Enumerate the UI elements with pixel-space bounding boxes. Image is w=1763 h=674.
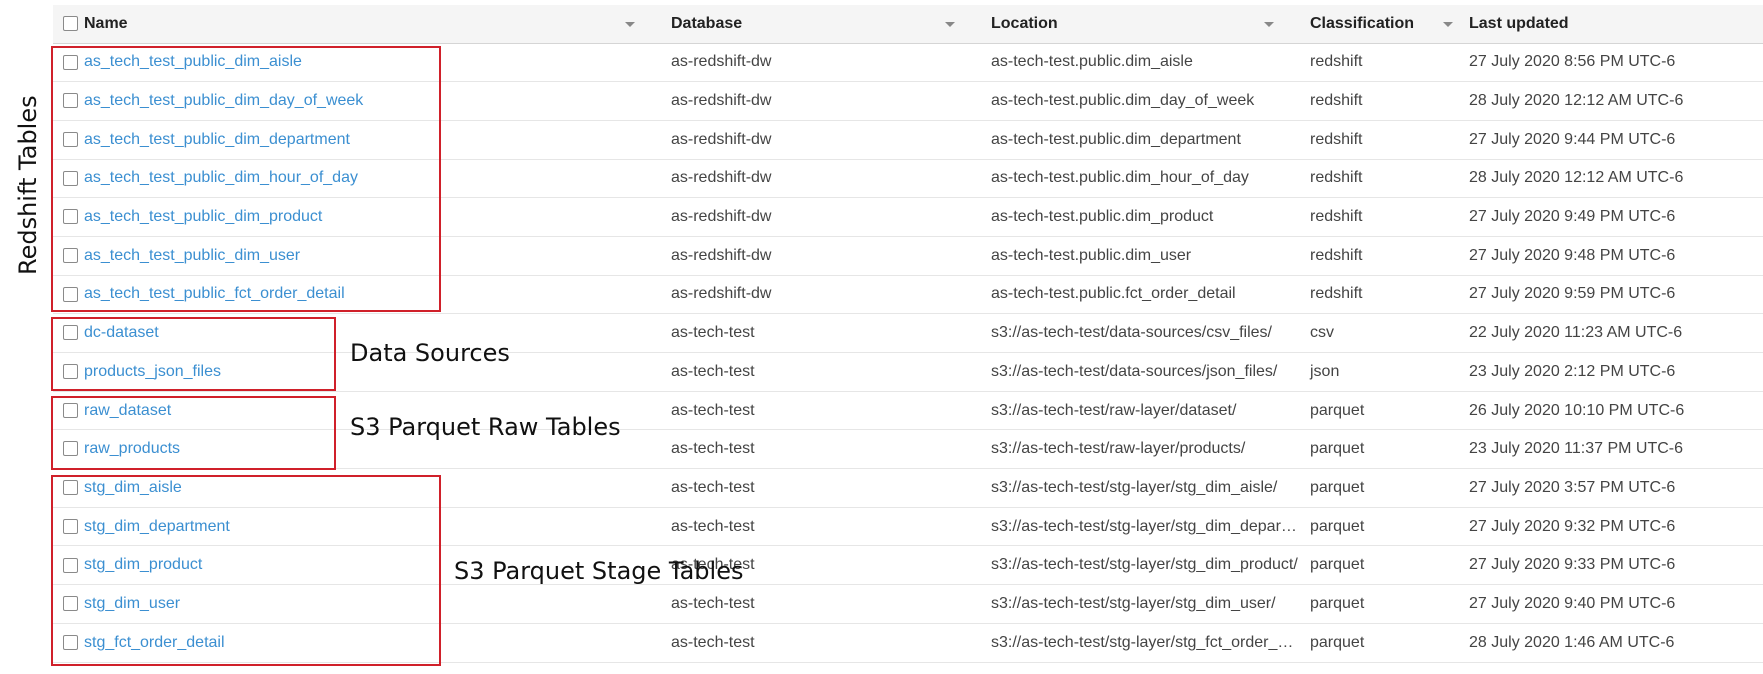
location-cell: s3://as-tech-test/raw-layer/products/ bbox=[991, 440, 1246, 458]
stage-tables-annotation: S3 Parquet Stage Tables bbox=[454, 557, 744, 585]
data-sources-box bbox=[51, 317, 336, 391]
last-updated-cell: 28 July 2020 12:12 AM UTC-6 bbox=[1469, 92, 1684, 110]
classification-cell: parquet bbox=[1310, 633, 1365, 651]
last-updated-cell: 26 July 2020 10:10 PM UTC-6 bbox=[1469, 401, 1685, 419]
raw-tables-annotation: S3 Parquet Raw Tables bbox=[350, 413, 621, 441]
database-cell: as-tech-test bbox=[671, 517, 755, 535]
location-cell: s3://as-tech-test/stg-layer/stg_dim_aisl… bbox=[991, 478, 1278, 496]
raw-tables-box bbox=[51, 396, 336, 470]
table-header-row: Name Database Location Classification La… bbox=[53, 5, 1763, 43]
database-cell: as-tech-test bbox=[671, 362, 755, 380]
classification-cell: parquet bbox=[1310, 478, 1365, 496]
last-updated-cell: 27 July 2020 9:33 PM UTC-6 bbox=[1469, 556, 1676, 574]
database-cell: as-redshift-dw bbox=[671, 53, 772, 71]
last-updated-cell: 22 July 2020 11:23 AM UTC-6 bbox=[1469, 324, 1683, 342]
location-cell: as-tech-test.public.dim_product bbox=[991, 208, 1214, 226]
database-cell: as-redshift-dw bbox=[671, 130, 772, 148]
classification-cell: parquet bbox=[1310, 401, 1365, 419]
location-cell: s3://as-tech-test/stg-layer/stg_dim_prod… bbox=[991, 556, 1298, 574]
classification-cell: redshift bbox=[1310, 130, 1363, 148]
database-cell: as-redshift-dw bbox=[671, 92, 772, 110]
database-cell: as-tech-test bbox=[671, 633, 755, 651]
sort-caret-icon[interactable] bbox=[945, 21, 955, 27]
database-cell: as-tech-test bbox=[671, 478, 755, 496]
location-cell: s3://as-tech-test/data-sources/csv_files… bbox=[991, 324, 1272, 342]
column-header-location-label: Location bbox=[991, 14, 1058, 32]
column-header-database[interactable]: Database bbox=[665, 5, 985, 43]
location-cell: s3://as-tech-test/stg-layer/stg_dim_user… bbox=[991, 594, 1276, 612]
classification-cell: parquet bbox=[1310, 556, 1365, 574]
classification-cell: redshift bbox=[1310, 246, 1363, 264]
classification-cell: redshift bbox=[1310, 285, 1363, 303]
last-updated-cell: 28 July 2020 12:12 AM UTC-6 bbox=[1469, 169, 1684, 187]
stage-tables-box bbox=[51, 475, 441, 666]
last-updated-cell: 27 July 2020 9:49 PM UTC-6 bbox=[1469, 208, 1676, 226]
database-cell: as-redshift-dw bbox=[671, 246, 772, 264]
last-updated-cell: 27 July 2020 9:44 PM UTC-6 bbox=[1469, 130, 1676, 148]
column-header-location[interactable]: Location bbox=[985, 5, 1304, 43]
last-updated-cell: 27 July 2020 8:56 PM UTC-6 bbox=[1469, 53, 1676, 71]
classification-cell: parquet bbox=[1310, 517, 1365, 535]
sort-caret-icon[interactable] bbox=[1443, 21, 1453, 27]
last-updated-cell: 27 July 2020 3:57 PM UTC-6 bbox=[1469, 478, 1676, 496]
location-cell: s3://as-tech-test/stg-layer/stg_dim_depa… bbox=[991, 517, 1302, 535]
last-updated-cell: 23 July 2020 11:37 PM UTC-6 bbox=[1469, 440, 1684, 458]
last-updated-cell: 27 July 2020 9:48 PM UTC-6 bbox=[1469, 246, 1676, 264]
redshift-tables-box bbox=[51, 46, 441, 312]
data-sources-annotation: Data Sources bbox=[350, 339, 510, 367]
last-updated-cell: 27 July 2020 9:32 PM UTC-6 bbox=[1469, 517, 1676, 535]
classification-cell: parquet bbox=[1310, 594, 1365, 612]
location-cell: as-tech-test.public.dim_day_of_week bbox=[991, 92, 1255, 110]
classification-cell: redshift bbox=[1310, 169, 1363, 187]
column-header-last-updated-label: Last updated bbox=[1469, 14, 1569, 32]
location-cell: as-tech-test.public.dim_hour_of_day bbox=[991, 169, 1249, 187]
database-cell: as-redshift-dw bbox=[671, 285, 772, 303]
sort-caret-icon[interactable] bbox=[1264, 21, 1274, 27]
classification-cell: redshift bbox=[1310, 92, 1363, 110]
column-header-last-updated[interactable]: Last updated bbox=[1463, 5, 1763, 43]
column-header-database-label: Database bbox=[671, 14, 743, 32]
column-header-name[interactable]: Name bbox=[78, 5, 665, 43]
database-cell: as-tech-test bbox=[671, 401, 755, 419]
last-updated-cell: 27 July 2020 9:40 PM UTC-6 bbox=[1469, 594, 1676, 612]
redshift-tables-annotation: Redshift Tables bbox=[14, 95, 42, 275]
database-cell: as-tech-test bbox=[671, 594, 755, 612]
location-cell: s3://as-tech-test/data-sources/json_file… bbox=[991, 362, 1278, 380]
classification-cell: redshift bbox=[1310, 208, 1363, 226]
sort-caret-icon[interactable] bbox=[625, 21, 635, 27]
classification-cell: redshift bbox=[1310, 53, 1363, 71]
classification-cell: json bbox=[1310, 362, 1340, 380]
last-updated-cell: 23 July 2020 2:12 PM UTC-6 bbox=[1469, 362, 1676, 380]
database-cell: as-tech-test bbox=[671, 324, 755, 342]
database-cell: as-tech-test bbox=[671, 440, 755, 458]
column-header-classification-label: Classification bbox=[1310, 14, 1415, 32]
location-cell: as-tech-test.public.dim_user bbox=[991, 246, 1192, 264]
select-all-checkbox[interactable] bbox=[63, 16, 78, 32]
column-header-classification[interactable]: Classification bbox=[1304, 5, 1463, 43]
classification-cell: csv bbox=[1310, 324, 1334, 342]
last-updated-cell: 28 July 2020 1:46 AM UTC-6 bbox=[1469, 633, 1675, 651]
location-cell: as-tech-test.public.fct_order_detail bbox=[991, 285, 1236, 303]
location-cell: s3://as-tech-test/stg-layer/stg_fct_orde… bbox=[991, 633, 1304, 651]
classification-cell: parquet bbox=[1310, 440, 1365, 458]
database-cell: as-redshift-dw bbox=[671, 208, 772, 226]
location-cell: as-tech-test.public.dim_department bbox=[991, 130, 1241, 148]
location-cell: s3://as-tech-test/raw-layer/dataset/ bbox=[991, 401, 1237, 419]
location-cell: as-tech-test.public.dim_aisle bbox=[991, 53, 1193, 71]
column-header-name-label: Name bbox=[84, 14, 128, 32]
last-updated-cell: 27 July 2020 9:59 PM UTC-6 bbox=[1469, 285, 1676, 303]
database-cell: as-redshift-dw bbox=[671, 169, 772, 187]
select-all-checkbox-cell[interactable] bbox=[53, 5, 78, 43]
